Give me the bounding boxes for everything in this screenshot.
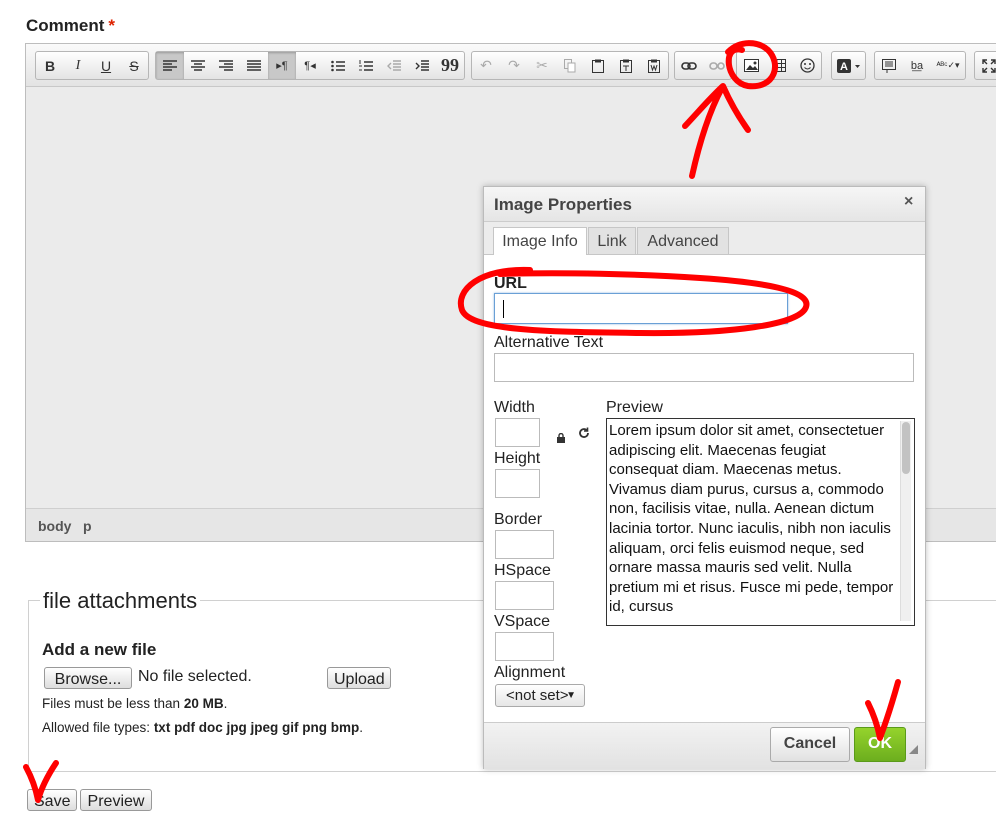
close-icon[interactable]: × bbox=[904, 193, 913, 211]
alignment-label: Alignment bbox=[494, 664, 566, 681]
tab-link[interactable]: Link bbox=[588, 227, 636, 254]
cut-icon[interactable]: ✂ bbox=[528, 52, 556, 79]
cancel-button[interactable]: Cancel bbox=[770, 727, 850, 762]
dialog-header[interactable]: Image Properties × bbox=[484, 187, 925, 222]
save-button[interactable]: Save bbox=[27, 789, 77, 811]
unlink-icon[interactable] bbox=[703, 52, 731, 79]
bulleted-list-icon[interactable] bbox=[324, 52, 352, 79]
url-label: URL bbox=[494, 275, 527, 292]
attachments-legend: file attachments bbox=[40, 588, 201, 614]
image-icon[interactable] bbox=[737, 52, 765, 79]
underline-button[interactable]: U bbox=[92, 52, 120, 79]
required-marker: * bbox=[108, 16, 116, 35]
preview-scroll-thumb[interactable] bbox=[902, 422, 910, 474]
toolbar-group-links bbox=[674, 51, 732, 80]
width-label: Width bbox=[494, 399, 535, 416]
indent-icon[interactable] bbox=[408, 52, 436, 79]
text-color-icon[interactable]: A bbox=[832, 52, 865, 79]
alignment-value: <not set> bbox=[506, 687, 569, 704]
height-label: Height bbox=[494, 450, 541, 467]
size-limit: 20 MB bbox=[183, 696, 224, 711]
alt-text-input[interactable] bbox=[494, 353, 914, 382]
image-properties-dialog: Image Properties × Image Info Link Advan… bbox=[483, 186, 926, 769]
tab-image-info[interactable]: Image Info bbox=[493, 227, 587, 255]
url-input[interactable] bbox=[494, 293, 788, 324]
redo-icon[interactable]: ↷ bbox=[500, 52, 528, 79]
tab-advanced[interactable]: Advanced bbox=[637, 227, 729, 254]
link-icon[interactable] bbox=[675, 52, 703, 79]
undo-icon[interactable]: ↶ bbox=[472, 52, 500, 79]
bold-button[interactable]: B bbox=[36, 52, 64, 79]
file-types-note: Allowed file types: txt pdf doc jpg jpeg… bbox=[42, 720, 363, 735]
toolbar-group-color: A bbox=[831, 51, 866, 80]
spellcheck-icon[interactable]: ᴬᴮᶜ✓▾ bbox=[931, 52, 965, 79]
dialog-title: Image Properties bbox=[494, 195, 632, 214]
toolbar-group-view bbox=[974, 51, 996, 80]
file-status: No file selected. bbox=[138, 668, 252, 685]
dialog-tabs: Image Info Link Advanced bbox=[484, 222, 925, 255]
vspace-input[interactable] bbox=[495, 632, 554, 661]
svg-text:A: A bbox=[840, 61, 848, 73]
paste-text-icon[interactable] bbox=[612, 52, 640, 79]
upload-button[interactable]: Upload bbox=[327, 667, 391, 689]
toolbar-group-tools: b͟a ᴬᴮᶜ✓▾ bbox=[874, 51, 966, 80]
align-right-icon[interactable] bbox=[212, 52, 240, 79]
paste-word-icon[interactable] bbox=[640, 52, 668, 79]
hspace-label: HSpace bbox=[494, 562, 551, 579]
chevron-down-icon: ▼ bbox=[566, 690, 576, 701]
resize-handle-icon[interactable] bbox=[909, 745, 918, 754]
allowed-types: txt pdf doc jpg jpeg gif png bmp bbox=[153, 720, 360, 735]
smiley-icon[interactable] bbox=[793, 52, 821, 79]
preview-label: Preview bbox=[606, 399, 663, 416]
align-center-icon[interactable] bbox=[184, 52, 212, 79]
comment-label-text: Comment bbox=[26, 16, 105, 35]
toolbar-group-insert bbox=[736, 51, 822, 80]
hspace-input[interactable] bbox=[495, 581, 554, 610]
outdent-icon[interactable] bbox=[380, 52, 408, 79]
browse-button[interactable]: Browse... bbox=[44, 667, 132, 689]
types-note-suffix: . bbox=[359, 720, 364, 735]
lock-ratio-icon[interactable] bbox=[556, 430, 566, 448]
strikethrough-button[interactable]: S bbox=[120, 52, 148, 79]
ltr-direction-icon[interactable]: ▸¶ bbox=[268, 52, 296, 79]
rtl-direction-icon[interactable]: ¶◂ bbox=[296, 52, 324, 79]
border-label: Border bbox=[494, 511, 543, 528]
blockquote-icon[interactable]: 99 bbox=[436, 52, 464, 79]
size-note-prefix: Files must be less than bbox=[42, 696, 184, 711]
element-path-p[interactable]: p bbox=[83, 518, 92, 534]
italic-button[interactable]: I bbox=[64, 52, 92, 79]
comment-label: Comment * bbox=[26, 16, 115, 36]
toolbar-group-clipboard: ↶ ↷ ✂ bbox=[471, 51, 669, 80]
element-path-body[interactable]: body bbox=[38, 518, 71, 534]
preview-text: Lorem ipsum dolor sit amet, consectetuer… bbox=[609, 422, 894, 616]
align-left-icon[interactable] bbox=[156, 52, 184, 79]
height-input[interactable] bbox=[495, 469, 540, 498]
toolbar-group-basic: B I U S bbox=[35, 51, 149, 80]
alt-text-label: Alternative Text bbox=[494, 334, 604, 351]
maximize-icon[interactable] bbox=[975, 52, 996, 79]
find-replace-icon[interactable]: b͟a bbox=[903, 52, 931, 79]
paste-icon[interactable] bbox=[584, 52, 612, 79]
types-note-prefix: Allowed file types: bbox=[42, 720, 154, 735]
alignment-select[interactable]: <not set> ▼ bbox=[495, 684, 585, 707]
add-file-title: Add a new file bbox=[42, 640, 157, 659]
table-icon[interactable] bbox=[765, 52, 793, 79]
numbered-list-icon[interactable] bbox=[352, 52, 380, 79]
file-size-note: Files must be less than 20 MB. bbox=[42, 696, 227, 711]
width-input[interactable] bbox=[495, 418, 540, 447]
border-input[interactable] bbox=[495, 530, 554, 559]
editor-toolbar: B I U S ▸¶ ¶◂ 99 ↶ ↷ ✂ A b͟a ᴬᴮᶜ✓▾ bbox=[26, 44, 996, 87]
ok-button[interactable]: OK bbox=[854, 727, 906, 762]
size-note-suffix: . bbox=[223, 696, 228, 711]
vspace-label: VSpace bbox=[494, 613, 551, 630]
justify-icon[interactable] bbox=[240, 52, 268, 79]
source-icon[interactable] bbox=[875, 52, 903, 79]
copy-icon[interactable] bbox=[556, 52, 584, 79]
preview-box: Lorem ipsum dolor sit amet, consectetuer… bbox=[606, 418, 915, 626]
toolbar-group-paragraph: ▸¶ ¶◂ 99 bbox=[155, 51, 465, 80]
preview-button[interactable]: Preview bbox=[80, 789, 152, 811]
reset-size-icon[interactable] bbox=[578, 426, 590, 443]
text-caret bbox=[503, 300, 504, 318]
